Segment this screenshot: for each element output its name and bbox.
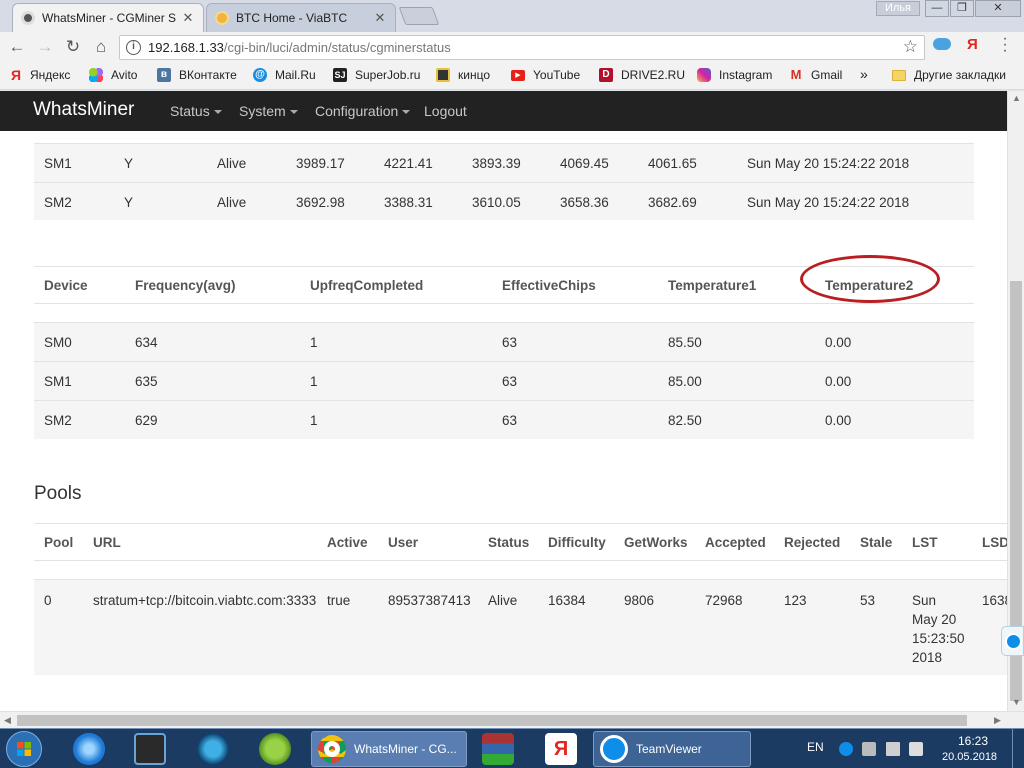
table-row: 0 stratum+tcp://bitcoin.viabtc.com:3333 … [34,579,1007,675]
winrar-icon[interactable] [482,733,514,765]
table-row: SM1 635 1 63 85.00 0.00 [34,361,974,400]
network-tray-icon[interactable] [862,742,876,756]
browser-toolbar: ← → ↻ ⌂ i 192.168.1.33/cgi-bin/luci/admi… [0,32,1024,62]
close-window-button[interactable]: ✕ [975,0,1021,17]
tab-title: WhatsMiner - CGMiner S [42,11,177,25]
youtube-icon: ▶ [511,69,525,81]
bookmark-avito[interactable]: Avito [89,68,137,82]
taskbar-teamviewer-button[interactable]: TeamViewer [593,731,751,767]
file-manager-icon[interactable] [134,733,166,765]
app-navbar: WhatsMiner Status System Configuration L… [0,91,1007,131]
teamviewer-icon [1005,633,1022,650]
browser-menu-icon[interactable]: · · · [1000,31,1010,59]
folder-icon [892,69,906,81]
bookmark-mailru[interactable]: @ Mail.Ru [253,68,316,82]
tab-viabtc[interactable]: BTC Home - ViaBTC ✕ [206,3,396,32]
close-icon[interactable]: ✕ [181,10,195,26]
chrome-icon [318,735,346,763]
highlight-circle [800,255,940,303]
chevron-down-icon [213,110,222,115]
scroll-left-icon[interactable]: ◀ [4,715,11,726]
bookmarks-bar: Я Яндекс Avito в ВКонтакте @ Mail.Ru SJ Supe… [0,62,1024,90]
scroll-thumb[interactable] [17,715,967,726]
bookmark-gmail[interactable]: M Gmail [789,67,843,83]
teamviewer-icon [600,735,628,763]
table-row: SM0 634 1 63 85.50 0.00 [34,322,974,361]
vertical-scrollbar[interactable]: ▲ ▼ [1007,91,1024,711]
nav-status[interactable]: Status [170,103,222,119]
browser-titlebar: WhatsMiner - CGMiner S ✕ BTC Home - ViaB… [0,0,1024,32]
viabtc-favicon-icon [215,11,229,25]
table-row: SM2 629 1 63 82.50 0.00 [34,400,974,439]
chevron-down-icon [289,110,298,115]
url-text: 192.168.1.33/cgi-bin/luci/admin/status/c… [148,40,451,55]
windows-taskbar: WhatsMiner - CG... Я TeamViewer EN 16:23… [0,728,1024,768]
bookmark-kintso[interactable]: кинцо [436,68,490,82]
tab-whatsminer[interactable]: WhatsMiner - CGMiner S ✕ [12,3,204,32]
info-icon[interactable]: i [126,40,141,55]
yandex-icon: Я [10,67,22,83]
scroll-up-icon[interactable]: ▲ [1012,93,1021,103]
mailru-icon: @ [253,68,267,82]
teamviewer-side-panel[interactable] [1001,626,1024,656]
clock-time[interactable]: 16:23 [958,734,988,748]
bookmark-superjob[interactable]: SJ SuperJob.ru [333,68,420,82]
page-viewport: WhatsMiner Status System Configuration L… [0,91,1007,711]
bookmark-yandex[interactable]: Я Яндекс [10,68,70,82]
whatsminer-favicon-icon [21,11,35,25]
nav-logout[interactable]: Logout [424,103,467,119]
table-row: SM1 Y Alive 3989.17 4221.41 3893.39 4069… [34,143,974,182]
back-icon[interactable]: ← [6,36,28,58]
nav-configuration[interactable]: Configuration [315,103,411,119]
vk-icon: в [157,68,171,82]
home-icon[interactable]: ⌂ [90,36,112,58]
forward-icon[interactable]: → [34,36,56,58]
chevron-down-icon [402,110,411,115]
table-row: SM2 Y Alive 3692.98 3388.31 3610.05 3658… [34,182,974,220]
yandex-browser-icon[interactable]: Я [545,733,577,765]
teamviewer-tray-icon[interactable] [839,742,853,756]
internet-explorer-icon[interactable] [73,733,105,765]
cloud-extension-icon[interactable] [933,38,951,50]
start-button[interactable] [6,731,42,767]
superjob-icon: SJ [333,68,347,82]
profile-button[interactable]: Илья [876,1,920,16]
language-indicator[interactable]: EN [807,740,824,754]
reload-icon[interactable]: ↻ [62,36,84,58]
gmail-icon: M [790,67,802,82]
bookmark-star-icon[interactable]: ☆ [903,37,918,57]
flag-tray-icon[interactable] [909,742,923,756]
close-icon[interactable]: ✕ [373,10,387,26]
other-bookmarks-folder[interactable]: Другие закладки [892,68,1006,82]
media-player-icon[interactable] [197,733,229,765]
tab-title: BTC Home - ViaBTC [236,11,348,25]
scroll-right-icon[interactable]: ▶ [994,715,1001,726]
bookmark-drive2[interactable]: D DRIVE2.RU [599,68,685,82]
taskbar-chrome-button[interactable]: WhatsMiner - CG... [311,731,467,767]
windows-logo-icon [17,742,31,756]
yandex-extension-icon[interactable]: Я [967,36,978,53]
new-tab-button[interactable] [398,7,440,25]
avito-icon [89,68,103,82]
kintso-icon [436,68,450,82]
clock-date[interactable]: 20.05.2018 [942,751,997,763]
horizontal-scrollbar[interactable]: ◀ ▶ [0,711,1024,728]
utorrent-icon[interactable] [259,733,291,765]
maximize-button[interactable]: ❐ [950,0,974,17]
bookmark-youtube[interactable]: ▶ YouTube [511,68,580,82]
bookmark-vkontakte[interactable]: в ВКонтакте [157,68,237,82]
address-bar[interactable]: i 192.168.1.33/cgi-bin/luci/admin/status… [119,35,925,60]
nav-system[interactable]: System [239,103,298,119]
instagram-icon [697,68,711,82]
brand-logo[interactable]: WhatsMiner [33,99,134,121]
table-header-row: Pool URL Active User Status Difficulty G… [34,523,1007,561]
scroll-down-icon[interactable]: ▼ [1012,697,1021,707]
volume-icon[interactable] [886,742,900,756]
drive2-icon: D [599,68,613,82]
bookmark-instagram[interactable]: Instagram [697,68,772,82]
minimize-button[interactable]: — [925,0,949,17]
more-bookmarks-button[interactable]: » [860,66,868,82]
pools-title: Pools [34,483,82,504]
show-desktop-button[interactable] [1012,729,1024,768]
